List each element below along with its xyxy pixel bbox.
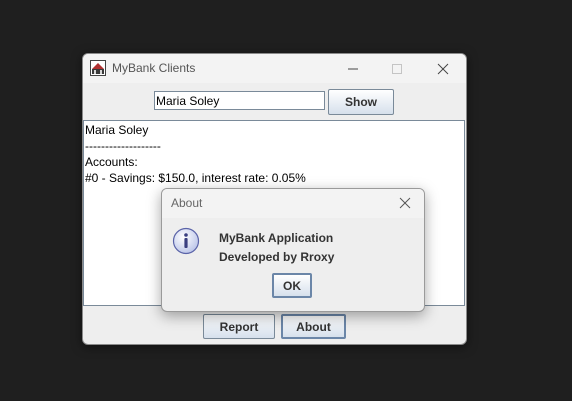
dialog-title: About [171,196,203,210]
minimize-icon [348,68,358,69]
title-bar[interactable]: MyBank Clients [83,54,466,83]
output-line: #0 - Savings: $150.0, interest rate: 0.0… [85,171,306,185]
client-name-input[interactable] [154,91,325,110]
output-line: Maria Soley [85,123,149,137]
minimize-button[interactable] [331,54,375,83]
ok-button[interactable]: OK [272,273,312,298]
maximize-button[interactable] [375,54,419,83]
dialog-message-line-2: Developed by Rroxy [219,250,335,264]
info-icon [172,227,200,255]
output-line: ------------------- [85,139,161,153]
window-title: MyBank Clients [112,61,196,75]
maximize-icon [392,63,402,74]
about-button[interactable]: About [281,314,346,339]
close-icon [437,63,449,74]
close-icon[interactable] [398,196,412,210]
about-dialog: About MyBank Application Developed by Rr… [161,188,425,312]
dialog-message-line-1: MyBank Application [219,231,334,245]
mybank-app-icon [90,60,106,76]
report-button[interactable]: Report [203,314,275,339]
close-button[interactable] [421,54,465,83]
output-line: Accounts: [85,155,138,169]
show-button[interactable]: Show [328,89,394,115]
dialog-title-bar[interactable]: About [162,189,424,218]
search-toolbar: Show [83,83,466,119]
